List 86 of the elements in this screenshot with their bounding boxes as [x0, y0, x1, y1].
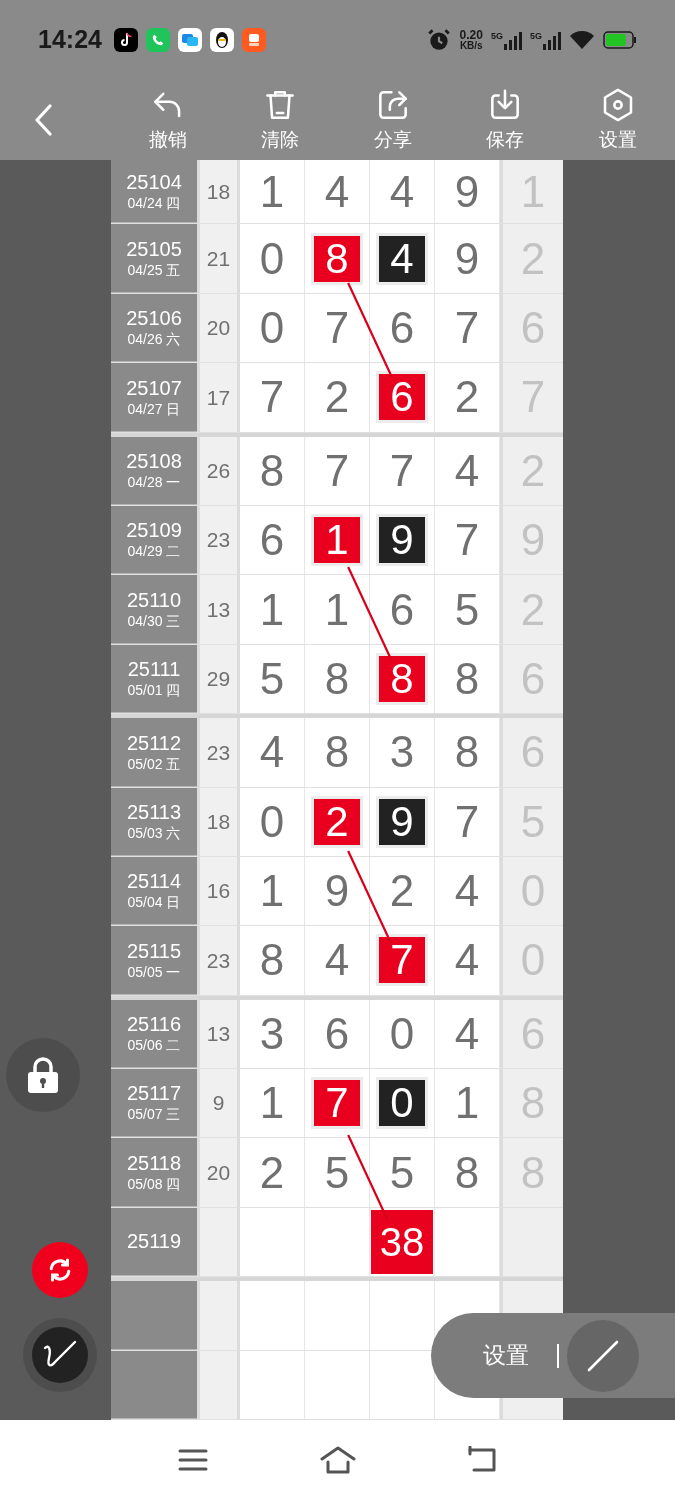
draw-date: 05/02 五 [127, 755, 181, 774]
period-number: 25114 [126, 869, 182, 895]
draw-date: 04/30 三 [127, 612, 181, 631]
highlighted-digit: 8 [311, 232, 363, 285]
draw-date: 05/06 二 [127, 1037, 181, 1055]
battery-icon [603, 31, 637, 49]
draw-date: 04/28 一 [127, 474, 181, 492]
settings-button[interactable]: 设置 [483, 1338, 529, 1373]
period-number: 25111 [127, 657, 181, 683]
penguin-app-icon [209, 28, 234, 52]
draw-date: 05/08 四 [127, 1175, 181, 1194]
sum-cell: 29 [197, 644, 240, 714]
draw-date: 05/01 四 [127, 682, 181, 700]
draw-date: 05/03 六 [127, 824, 181, 843]
period-number: 25116 [126, 1012, 182, 1038]
draw-date: 05/07 三 [127, 1106, 181, 1124]
draw-date: 05/05 一 [127, 963, 181, 982]
period-number: 25109 [126, 518, 182, 544]
sum-cell: 18 [197, 160, 240, 224]
signal-icon [504, 30, 522, 50]
net-speed-value: 0.20 [459, 29, 483, 41]
pen-stroke-icon [42, 1340, 78, 1370]
sum-cell: 23 [197, 718, 240, 787]
toolbar-button[interactable]: 保存 [449, 85, 562, 155]
sum-cell: 20 [197, 1138, 240, 1207]
highlighted-digit: 7 [311, 1077, 363, 1130]
alarm-icon [425, 27, 452, 53]
forecast-number: 38 [371, 1210, 433, 1274]
period-number: 25115 [126, 938, 182, 964]
sum-cell: 9 [197, 1069, 240, 1138]
signal-icon [543, 30, 561, 50]
draw-date: 04/24 四 [127, 194, 181, 213]
period-number: 25105 [126, 236, 182, 262]
sum-cell: 21 [197, 224, 240, 293]
highlighted-digit: 4 [376, 232, 428, 285]
period-number: 25119 [126, 1229, 182, 1254]
status-time: 14:24 [38, 24, 102, 56]
sum-cell: 20 [197, 293, 240, 363]
highlighted-digit: 9 [376, 514, 428, 567]
net-speed-unit: KB/s [459, 41, 483, 51]
sum-cell: 13 [197, 575, 240, 644]
sum-cell: 13 [197, 999, 240, 1069]
toolbar-button[interactable]: 清除 [224, 85, 337, 155]
highlighted-digit: 9 [376, 795, 428, 848]
chat-app-icon [177, 28, 202, 52]
period-number: 25107 [126, 375, 182, 401]
period-number: 25108 [126, 449, 182, 474]
period-number: 25118 [126, 1150, 182, 1176]
lock-icon [26, 1056, 60, 1094]
toolbar-button[interactable]: 撤销 [111, 85, 224, 155]
highlighted-digit: 1 [311, 514, 363, 567]
wifi-icon [569, 30, 595, 50]
toolbar-button[interactable]: 分享 [336, 85, 449, 155]
network-type: 5G [530, 30, 542, 43]
network-type: 5G [490, 30, 503, 43]
highlighted-digit: 8 [376, 652, 428, 705]
line-icon [586, 1338, 620, 1373]
highlighted-digit: 6 [376, 371, 428, 424]
toolbar-button[interactable]: 设置 [561, 85, 674, 155]
highlighted-digit: 2 [311, 795, 363, 848]
period-number: 25110 [126, 587, 182, 613]
highlighted-digit: 7 [376, 934, 428, 987]
draw-date: 04/29 二 [127, 543, 181, 561]
draw-date: 04/25 五 [127, 261, 181, 280]
highlighted-digit: 0 [376, 1077, 428, 1130]
return-icon [467, 1446, 498, 1474]
home-icon [319, 1446, 356, 1474]
period-number: 25113 [126, 799, 182, 825]
draw-date: 05/04 日 [127, 894, 181, 912]
period-number: 25106 [126, 306, 182, 332]
period-number: 25104 [126, 169, 182, 195]
sum-cell: 23 [197, 926, 240, 995]
phone-app-icon [145, 28, 170, 52]
sum-cell: 17 [197, 363, 240, 432]
refresh-button[interactable] [32, 1242, 88, 1298]
sum-cell: 16 [197, 856, 240, 926]
draw-date: 04/27 日 [127, 400, 181, 419]
sum-cell: 26 [197, 436, 240, 505]
sum-cell: 18 [197, 787, 240, 856]
draw-date: 04/26 六 [127, 331, 181, 349]
shopping-app-icon [241, 28, 266, 52]
menu-icon [177, 1448, 208, 1472]
video-app-icon [113, 28, 138, 52]
period-number: 25112 [126, 730, 182, 756]
sum-cell: 23 [197, 505, 240, 575]
period-number: 25117 [126, 1081, 182, 1107]
